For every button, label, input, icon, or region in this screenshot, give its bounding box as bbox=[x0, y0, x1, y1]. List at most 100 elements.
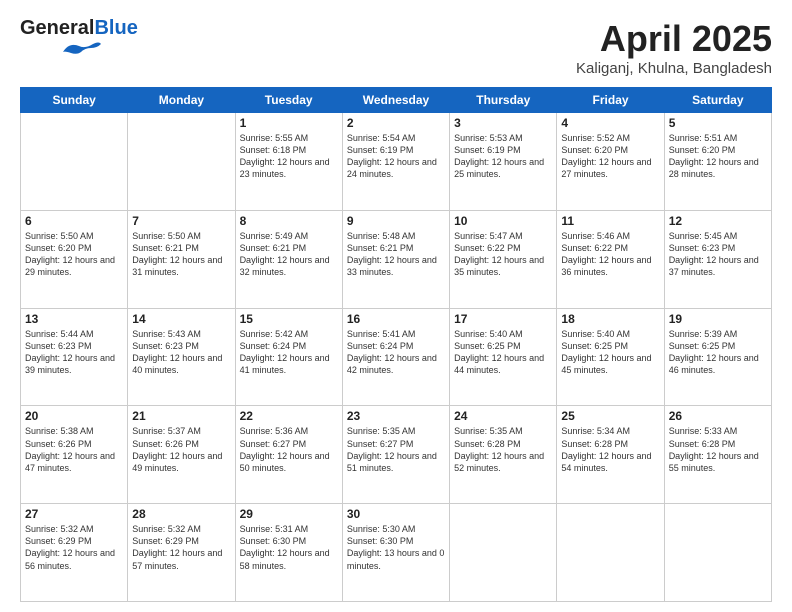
logo: GeneralBlue bbox=[20, 18, 138, 61]
day-number: 8 bbox=[240, 214, 338, 228]
day-number: 22 bbox=[240, 409, 338, 423]
day-header-tuesday: Tuesday bbox=[235, 88, 342, 113]
day-number: 29 bbox=[240, 507, 338, 521]
calendar-cell: 14 Sunrise: 5:43 AM Sunset: 6:23 PM Dayli… bbox=[128, 308, 235, 406]
day-info: Sunrise: 5:54 AM Sunset: 6:19 PM Dayligh… bbox=[347, 132, 445, 181]
day-info: Sunrise: 5:51 AM Sunset: 6:20 PM Dayligh… bbox=[669, 132, 767, 181]
day-number: 2 bbox=[347, 116, 445, 130]
day-info: Sunrise: 5:47 AM Sunset: 6:22 PM Dayligh… bbox=[454, 230, 552, 279]
day-number: 1 bbox=[240, 116, 338, 130]
day-number: 13 bbox=[25, 312, 123, 326]
calendar-cell: 10 Sunrise: 5:47 AM Sunset: 6:22 PM Dayli… bbox=[450, 210, 557, 308]
calendar-header-row: SundayMondayTuesdayWednesdayThursdayFrid… bbox=[21, 88, 772, 113]
day-number: 10 bbox=[454, 214, 552, 228]
day-info: Sunrise: 5:50 AM Sunset: 6:21 PM Dayligh… bbox=[132, 230, 230, 279]
calendar-week-5: 27 Sunrise: 5:32 AM Sunset: 6:29 PM Dayli… bbox=[21, 504, 772, 602]
day-info: Sunrise: 5:32 AM Sunset: 6:29 PM Dayligh… bbox=[25, 523, 123, 572]
calendar-week-4: 20Sunrise: 5:38 AM Sunset: 6:26 PM Dayli… bbox=[21, 406, 772, 504]
day-number: 25 bbox=[561, 409, 659, 423]
calendar-cell: 20Sunrise: 5:38 AM Sunset: 6:26 PM Dayli… bbox=[21, 406, 128, 504]
calendar-cell: 12Sunrise: 5:45 AM Sunset: 6:23 PM Dayli… bbox=[664, 210, 771, 308]
day-info: Sunrise: 5:52 AM Sunset: 6:20 PM Dayligh… bbox=[561, 132, 659, 181]
day-info: Sunrise: 5:30 AM Sunset: 6:30 PM Dayligh… bbox=[347, 523, 445, 572]
day-number: 15 bbox=[240, 312, 338, 326]
day-info: Sunrise: 5:40 AM Sunset: 6:25 PM Dayligh… bbox=[454, 328, 552, 377]
day-number: 21 bbox=[132, 409, 230, 423]
calendar-cell bbox=[21, 113, 128, 211]
day-number: 7 bbox=[132, 214, 230, 228]
day-number: 26 bbox=[669, 409, 767, 423]
day-number: 17 bbox=[454, 312, 552, 326]
day-number: 18 bbox=[561, 312, 659, 326]
calendar-cell bbox=[557, 504, 664, 602]
calendar-table: SundayMondayTuesdayWednesdayThursdayFrid… bbox=[20, 87, 772, 602]
calendar-cell: 5 Sunrise: 5:51 AM Sunset: 6:20 PM Daylig… bbox=[664, 113, 771, 211]
calendar-week-2: 6 Sunrise: 5:50 AM Sunset: 6:20 PM Daylig… bbox=[21, 210, 772, 308]
calendar-cell: 25 Sunrise: 5:34 AM Sunset: 6:28 PM Dayli… bbox=[557, 406, 664, 504]
calendar-cell: 11Sunrise: 5:46 AM Sunset: 6:22 PM Dayli… bbox=[557, 210, 664, 308]
day-info: Sunrise: 5:40 AM Sunset: 6:25 PM Dayligh… bbox=[561, 328, 659, 377]
calendar-cell: 13 Sunrise: 5:44 AM Sunset: 6:23 PM Dayli… bbox=[21, 308, 128, 406]
calendar-cell: 3 Sunrise: 5:53 AM Sunset: 6:19 PM Daylig… bbox=[450, 113, 557, 211]
day-number: 6 bbox=[25, 214, 123, 228]
calendar-cell: 1 Sunrise: 5:55 AM Sunset: 6:18 PM Daylig… bbox=[235, 113, 342, 211]
day-number: 19 bbox=[669, 312, 767, 326]
calendar-cell: 4 Sunrise: 5:52 AM Sunset: 6:20 PM Daylig… bbox=[557, 113, 664, 211]
day-info: Sunrise: 5:32 AM Sunset: 6:29 PM Dayligh… bbox=[132, 523, 230, 572]
day-info: Sunrise: 5:44 AM Sunset: 6:23 PM Dayligh… bbox=[25, 328, 123, 377]
calendar-cell: 15 Sunrise: 5:42 AM Sunset: 6:24 PM Dayli… bbox=[235, 308, 342, 406]
day-number: 16 bbox=[347, 312, 445, 326]
calendar-cell bbox=[128, 113, 235, 211]
day-info: Sunrise: 5:55 AM Sunset: 6:18 PM Dayligh… bbox=[240, 132, 338, 181]
title-block: April 2025 Kaliganj, Khulna, Bangladesh bbox=[576, 18, 772, 77]
day-number: 23 bbox=[347, 409, 445, 423]
day-number: 5 bbox=[669, 116, 767, 130]
calendar-cell: 24Sunrise: 5:35 AM Sunset: 6:28 PM Dayli… bbox=[450, 406, 557, 504]
calendar-cell bbox=[664, 504, 771, 602]
day-number: 24 bbox=[454, 409, 552, 423]
calendar-cell: 17 Sunrise: 5:40 AM Sunset: 6:25 PM Dayli… bbox=[450, 308, 557, 406]
day-info: Sunrise: 5:34 AM Sunset: 6:28 PM Dayligh… bbox=[561, 425, 659, 474]
calendar-cell: 7 Sunrise: 5:50 AM Sunset: 6:21 PM Daylig… bbox=[128, 210, 235, 308]
day-number: 3 bbox=[454, 116, 552, 130]
calendar-cell: 6 Sunrise: 5:50 AM Sunset: 6:20 PM Daylig… bbox=[21, 210, 128, 308]
logo-image: GeneralBlue bbox=[20, 18, 138, 61]
calendar-cell bbox=[450, 504, 557, 602]
day-number: 30 bbox=[347, 507, 445, 521]
day-info: Sunrise: 5:38 AM Sunset: 6:26 PM Dayligh… bbox=[25, 425, 123, 474]
calendar-cell: 8Sunrise: 5:49 AM Sunset: 6:21 PM Daylig… bbox=[235, 210, 342, 308]
calendar-week-3: 13 Sunrise: 5:44 AM Sunset: 6:23 PM Dayli… bbox=[21, 308, 772, 406]
logo-text: GeneralBlue bbox=[20, 18, 138, 38]
day-info: Sunrise: 5:39 AM Sunset: 6:25 PM Dayligh… bbox=[669, 328, 767, 377]
calendar-cell: 19 Sunrise: 5:39 AM Sunset: 6:25 PM Dayli… bbox=[664, 308, 771, 406]
day-number: 9 bbox=[347, 214, 445, 228]
calendar-cell: 27 Sunrise: 5:32 AM Sunset: 6:29 PM Dayli… bbox=[21, 504, 128, 602]
calendar-cell: 22Sunrise: 5:36 AM Sunset: 6:27 PM Dayli… bbox=[235, 406, 342, 504]
calendar-cell: 30 Sunrise: 5:30 AM Sunset: 6:30 PM Dayli… bbox=[342, 504, 449, 602]
day-info: Sunrise: 5:43 AM Sunset: 6:23 PM Dayligh… bbox=[132, 328, 230, 377]
day-header-saturday: Saturday bbox=[664, 88, 771, 113]
day-header-wednesday: Wednesday bbox=[342, 88, 449, 113]
calendar-week-1: 1 Sunrise: 5:55 AM Sunset: 6:18 PM Daylig… bbox=[21, 113, 772, 211]
day-info: Sunrise: 5:50 AM Sunset: 6:20 PM Dayligh… bbox=[25, 230, 123, 279]
day-info: Sunrise: 5:45 AM Sunset: 6:23 PM Dayligh… bbox=[669, 230, 767, 279]
header: GeneralBlue April 2025 Kaliganj, Khulna,… bbox=[20, 18, 772, 77]
day-info: Sunrise: 5:48 AM Sunset: 6:21 PM Dayligh… bbox=[347, 230, 445, 279]
calendar-cell: 29 Sunrise: 5:31 AM Sunset: 6:30 PM Dayli… bbox=[235, 504, 342, 602]
day-info: Sunrise: 5:42 AM Sunset: 6:24 PM Dayligh… bbox=[240, 328, 338, 377]
calendar-cell: 28 Sunrise: 5:32 AM Sunset: 6:29 PM Dayli… bbox=[128, 504, 235, 602]
day-number: 27 bbox=[25, 507, 123, 521]
calendar-cell: 2 Sunrise: 5:54 AM Sunset: 6:19 PM Daylig… bbox=[342, 113, 449, 211]
day-info: Sunrise: 5:35 AM Sunset: 6:27 PM Dayligh… bbox=[347, 425, 445, 474]
day-number: 28 bbox=[132, 507, 230, 521]
calendar-cell: 16 Sunrise: 5:41 AM Sunset: 6:24 PM Dayli… bbox=[342, 308, 449, 406]
logo-blue: Blue bbox=[94, 17, 137, 39]
day-number: 4 bbox=[561, 116, 659, 130]
day-info: Sunrise: 5:41 AM Sunset: 6:24 PM Dayligh… bbox=[347, 328, 445, 377]
day-info: Sunrise: 5:37 AM Sunset: 6:26 PM Dayligh… bbox=[132, 425, 230, 474]
day-header-monday: Monday bbox=[128, 88, 235, 113]
day-info: Sunrise: 5:53 AM Sunset: 6:19 PM Dayligh… bbox=[454, 132, 552, 181]
day-info: Sunrise: 5:31 AM Sunset: 6:30 PM Dayligh… bbox=[240, 523, 338, 572]
day-number: 14 bbox=[132, 312, 230, 326]
calendar-cell: 26Sunrise: 5:33 AM Sunset: 6:28 PM Dayli… bbox=[664, 406, 771, 504]
